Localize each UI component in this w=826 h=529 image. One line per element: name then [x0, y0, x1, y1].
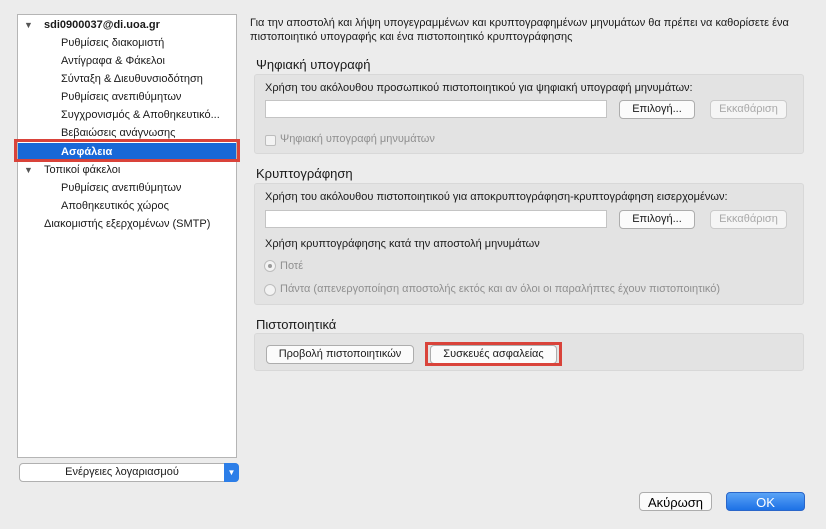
tree-item-label: Αντίγραφα & Φάκελοι	[61, 55, 165, 67]
cancel-button[interactable]: Ακύρωση	[639, 492, 712, 511]
dropdown-label: Ενέργειες λογαριασμού	[65, 466, 179, 478]
tree-item-security[interactable]: Ασφάλεια	[18, 143, 236, 161]
tree-item-label: Συγχρονισμός & Αποθηκευτικό...	[61, 109, 220, 121]
tree-item-local-junk[interactable]: Ρυθμίσεις ανεπιθύμητων	[18, 179, 236, 197]
ok-button[interactable]: OK	[726, 492, 805, 511]
tree-item-server-settings[interactable]: Ρυθμίσεις διακομιστή	[18, 34, 236, 52]
signing-section-title: Ψηφιακή υπογραφή	[256, 57, 371, 72]
signing-clear-button[interactable]: Εκκαθάριση	[710, 100, 787, 119]
sign-messages-checkbox[interactable]	[265, 135, 276, 146]
tree-item-composition[interactable]: Σύνταξη & Διευθυνσιοδότηση	[18, 70, 236, 88]
account-tree[interactable]: ▼ sdi0900037@di.uoa.gr Ρυθμίσεις διακομι…	[17, 14, 237, 458]
tree-item-smtp[interactable]: Διακομιστής εξερχομένων (SMTP)	[18, 215, 236, 233]
tree-item-sync-storage[interactable]: Συγχρονισμός & Αποθηκευτικό...	[18, 106, 236, 124]
tree-item-label: Διακομιστής εξερχομένων (SMTP)	[44, 218, 211, 230]
view-certificates-button[interactable]: Προβολή πιστοποιητικών	[266, 345, 414, 364]
chevron-down-icon[interactable]: ▼	[224, 463, 239, 482]
tree-item-return-receipts[interactable]: Βεβαιώσεις ανάγνωσης	[18, 124, 236, 142]
security-devices-button[interactable]: Συσκευές ασφαλείας	[430, 345, 557, 364]
tree-item-local-storage[interactable]: Αποθηκευτικός χώρος	[18, 197, 236, 215]
tree-local-folders[interactable]: ▼ Τοπικοί φάκελοι	[18, 161, 236, 179]
account-actions-dropdown[interactable]: Ενέργειες λογαριασμού ▼	[19, 463, 239, 482]
certificates-section-title: Πιστοποιητικά	[256, 317, 337, 332]
encryption-clear-button[interactable]: Εκκαθάριση	[710, 210, 787, 229]
signing-select-button[interactable]: Επιλογή...	[619, 100, 695, 119]
radio-always[interactable]	[264, 284, 276, 296]
account-email: sdi0900037@di.uoa.gr	[44, 19, 160, 31]
radio-dot-icon	[268, 264, 272, 268]
intro-text: Για την αποστολή και λήψη υπογεγραμμένων…	[250, 17, 789, 43]
tree-item-label: Ρυθμίσεις ανεπιθύμητων	[61, 91, 182, 103]
tree-item-junk-settings[interactable]: Ρυθμίσεις ανεπιθύμητων	[18, 88, 236, 106]
tree-item-label: Ασφάλεια	[61, 146, 113, 158]
encryption-section-title: Κρυπτογράφηση	[256, 166, 353, 181]
tree-item-label: Τοπικοί φάκελοι	[44, 164, 121, 176]
radio-never-label: Ποτέ	[280, 260, 304, 272]
disclosure-triangle-icon[interactable]: ▼	[24, 16, 33, 34]
tree-account[interactable]: ▼ sdi0900037@di.uoa.gr	[18, 16, 236, 34]
signing-description: Χρήση του ακόλουθου προσωπικού πιστοποιη…	[265, 82, 693, 94]
tree-item-label: Σύνταξη & Διευθυνσιοδότηση	[61, 73, 203, 85]
encryption-select-button[interactable]: Επιλογή...	[619, 210, 695, 229]
disclosure-triangle-icon[interactable]: ▼	[24, 161, 33, 179]
encryption-sending-label: Χρήση κρυπτογράφησης κατά την αποστολή μ…	[265, 238, 540, 250]
tree-item-label: Αποθηκευτικός χώρος	[61, 200, 169, 212]
tree-item-label: Βεβαιώσεις ανάγνωσης	[61, 127, 176, 139]
tree-item-label: Ρυθμίσεις διακομιστή	[61, 37, 165, 49]
signing-cert-field[interactable]	[265, 100, 607, 118]
radio-always-label: Πάντα (απενεργοποίηση αποστολής εκτός κα…	[280, 283, 721, 295]
tree-item-copies-folders[interactable]: Αντίγραφα & Φάκελοι	[18, 52, 236, 70]
encryption-cert-field[interactable]	[265, 210, 607, 228]
encryption-description: Χρήση του ακόλουθου πιστοποιητικού για α…	[265, 191, 728, 203]
tree-item-label: Ρυθμίσεις ανεπιθύμητων	[61, 182, 182, 194]
sign-messages-label: Ψηφιακή υπογραφή μηνυμάτων	[280, 133, 435, 145]
radio-never[interactable]	[264, 260, 276, 272]
